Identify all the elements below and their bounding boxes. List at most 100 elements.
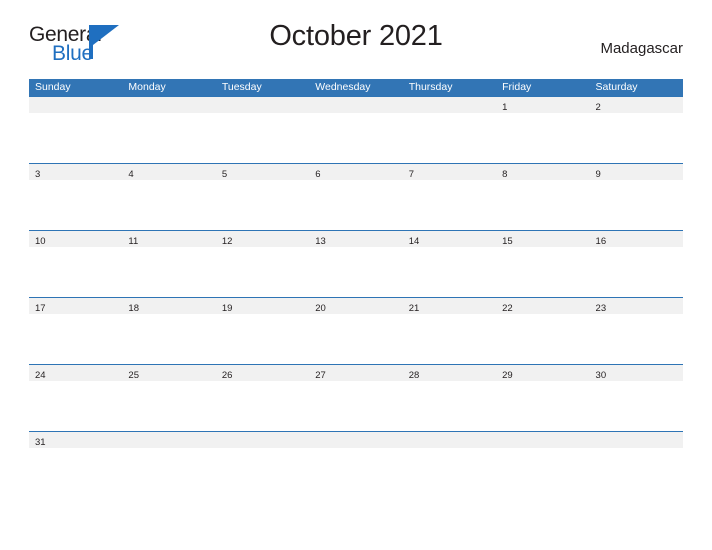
day-event-area[interactable]	[215, 180, 310, 229]
day-event-area[interactable]	[496, 113, 590, 162]
day-cell[interactable]	[122, 432, 216, 498]
day-number: 18	[128, 303, 139, 314]
day-event-area[interactable]	[589, 381, 683, 430]
day-event-area[interactable]	[29, 247, 123, 296]
day-event-area[interactable]	[122, 314, 216, 363]
day-event-area[interactable]	[589, 314, 683, 363]
day-event-area[interactable]	[122, 448, 216, 497]
day-event-area[interactable]	[589, 113, 683, 162]
day-event-area[interactable]	[309, 381, 403, 430]
day-event-area[interactable]	[589, 180, 683, 229]
day-number-band: 20	[309, 298, 403, 314]
day-event-area[interactable]	[29, 448, 123, 497]
day-event-area[interactable]	[496, 381, 590, 430]
day-cell[interactable]: 10	[29, 231, 123, 297]
weekday-header-thursday: Thursday	[408, 81, 453, 93]
day-cell[interactable]: 7	[402, 164, 497, 230]
day-event-area[interactable]	[402, 448, 497, 497]
day-cell[interactable]	[402, 432, 497, 498]
day-event-area[interactable]	[122, 113, 216, 162]
day-cell[interactable]: 20	[309, 298, 403, 364]
day-number-band: 27	[309, 365, 403, 381]
day-cell[interactable]: 8	[496, 164, 590, 230]
day-event-area[interactable]	[29, 381, 123, 430]
day-cell[interactable]: 30	[589, 365, 683, 431]
day-event-area[interactable]	[402, 247, 497, 296]
day-number-band: 8	[496, 164, 590, 180]
day-cell[interactable]: 26	[215, 365, 310, 431]
day-number-band: 15	[496, 231, 590, 247]
day-event-area[interactable]	[309, 180, 403, 229]
day-event-area[interactable]	[122, 180, 216, 229]
day-number: 7	[408, 169, 414, 180]
day-cell[interactable]: 24	[29, 365, 123, 431]
day-event-area[interactable]	[29, 113, 123, 162]
day-number-band	[309, 432, 403, 448]
day-cell[interactable]: 28	[402, 365, 497, 431]
day-cell[interactable]: 23	[589, 298, 683, 364]
day-event-area[interactable]	[496, 314, 590, 363]
day-cell[interactable]	[29, 97, 123, 163]
day-cell[interactable]	[496, 432, 590, 498]
day-cell[interactable]	[402, 97, 497, 163]
day-number: 1	[502, 102, 508, 113]
day-number: 22	[502, 303, 513, 314]
day-event-area[interactable]	[215, 448, 310, 497]
day-cell[interactable]: 19	[215, 298, 310, 364]
day-cell[interactable]: 5	[215, 164, 310, 230]
day-event-area[interactable]	[402, 381, 497, 430]
day-number: 3	[35, 169, 41, 180]
day-cell[interactable]: 18	[122, 298, 216, 364]
day-cell[interactable]	[589, 432, 683, 498]
day-event-area[interactable]	[29, 314, 123, 363]
day-cell[interactable]: 14	[402, 231, 497, 297]
day-cell[interactable]: 21	[402, 298, 497, 364]
day-cell[interactable]	[122, 97, 216, 163]
day-cell[interactable]	[215, 97, 310, 163]
day-event-area[interactable]	[402, 113, 497, 162]
day-event-area[interactable]	[496, 180, 590, 229]
day-event-area[interactable]	[215, 314, 310, 363]
day-event-area[interactable]	[589, 448, 683, 497]
day-event-area[interactable]	[215, 247, 310, 296]
day-cell[interactable]	[309, 97, 403, 163]
day-event-area[interactable]	[589, 247, 683, 296]
day-cell[interactable]: 9	[589, 164, 683, 230]
week-row: 10 11 12 13 14 15 16	[29, 230, 683, 297]
day-number-band: 16	[589, 231, 683, 247]
day-cell[interactable]: 4	[122, 164, 216, 230]
day-cell[interactable]: 27	[309, 365, 403, 431]
day-cell[interactable]: 11	[122, 231, 216, 297]
day-cell[interactable]: 16	[589, 231, 683, 297]
day-event-area[interactable]	[309, 113, 403, 162]
day-event-area[interactable]	[309, 247, 403, 296]
day-event-area[interactable]	[215, 113, 310, 162]
day-event-area[interactable]	[29, 180, 123, 229]
day-cell[interactable]: 15	[496, 231, 590, 297]
day-event-area[interactable]	[496, 247, 590, 296]
day-cell[interactable]: 12	[215, 231, 310, 297]
day-event-area[interactable]	[402, 314, 497, 363]
day-number: 29	[502, 370, 513, 381]
day-cell[interactable]: 2	[589, 97, 683, 163]
day-cell[interactable]: 6	[309, 164, 403, 230]
day-event-area[interactable]	[122, 247, 216, 296]
day-number-band	[215, 432, 310, 448]
day-event-area[interactable]	[309, 314, 403, 363]
day-cell[interactable]: 29	[496, 365, 590, 431]
day-cell[interactable]: 22	[496, 298, 590, 364]
day-event-area[interactable]	[309, 448, 403, 497]
day-number: 13	[315, 236, 326, 247]
day-event-area[interactable]	[496, 448, 590, 497]
day-cell[interactable]: 17	[29, 298, 123, 364]
day-event-area[interactable]	[402, 180, 497, 229]
day-cell[interactable]: 3	[29, 164, 123, 230]
day-cell[interactable]	[215, 432, 310, 498]
day-cell[interactable]: 31	[29, 432, 123, 498]
day-cell[interactable]	[309, 432, 403, 498]
day-cell[interactable]: 25	[122, 365, 216, 431]
day-event-area[interactable]	[122, 381, 216, 430]
day-event-area[interactable]	[215, 381, 310, 430]
day-cell[interactable]: 1	[496, 97, 590, 163]
day-cell[interactable]: 13	[309, 231, 403, 297]
